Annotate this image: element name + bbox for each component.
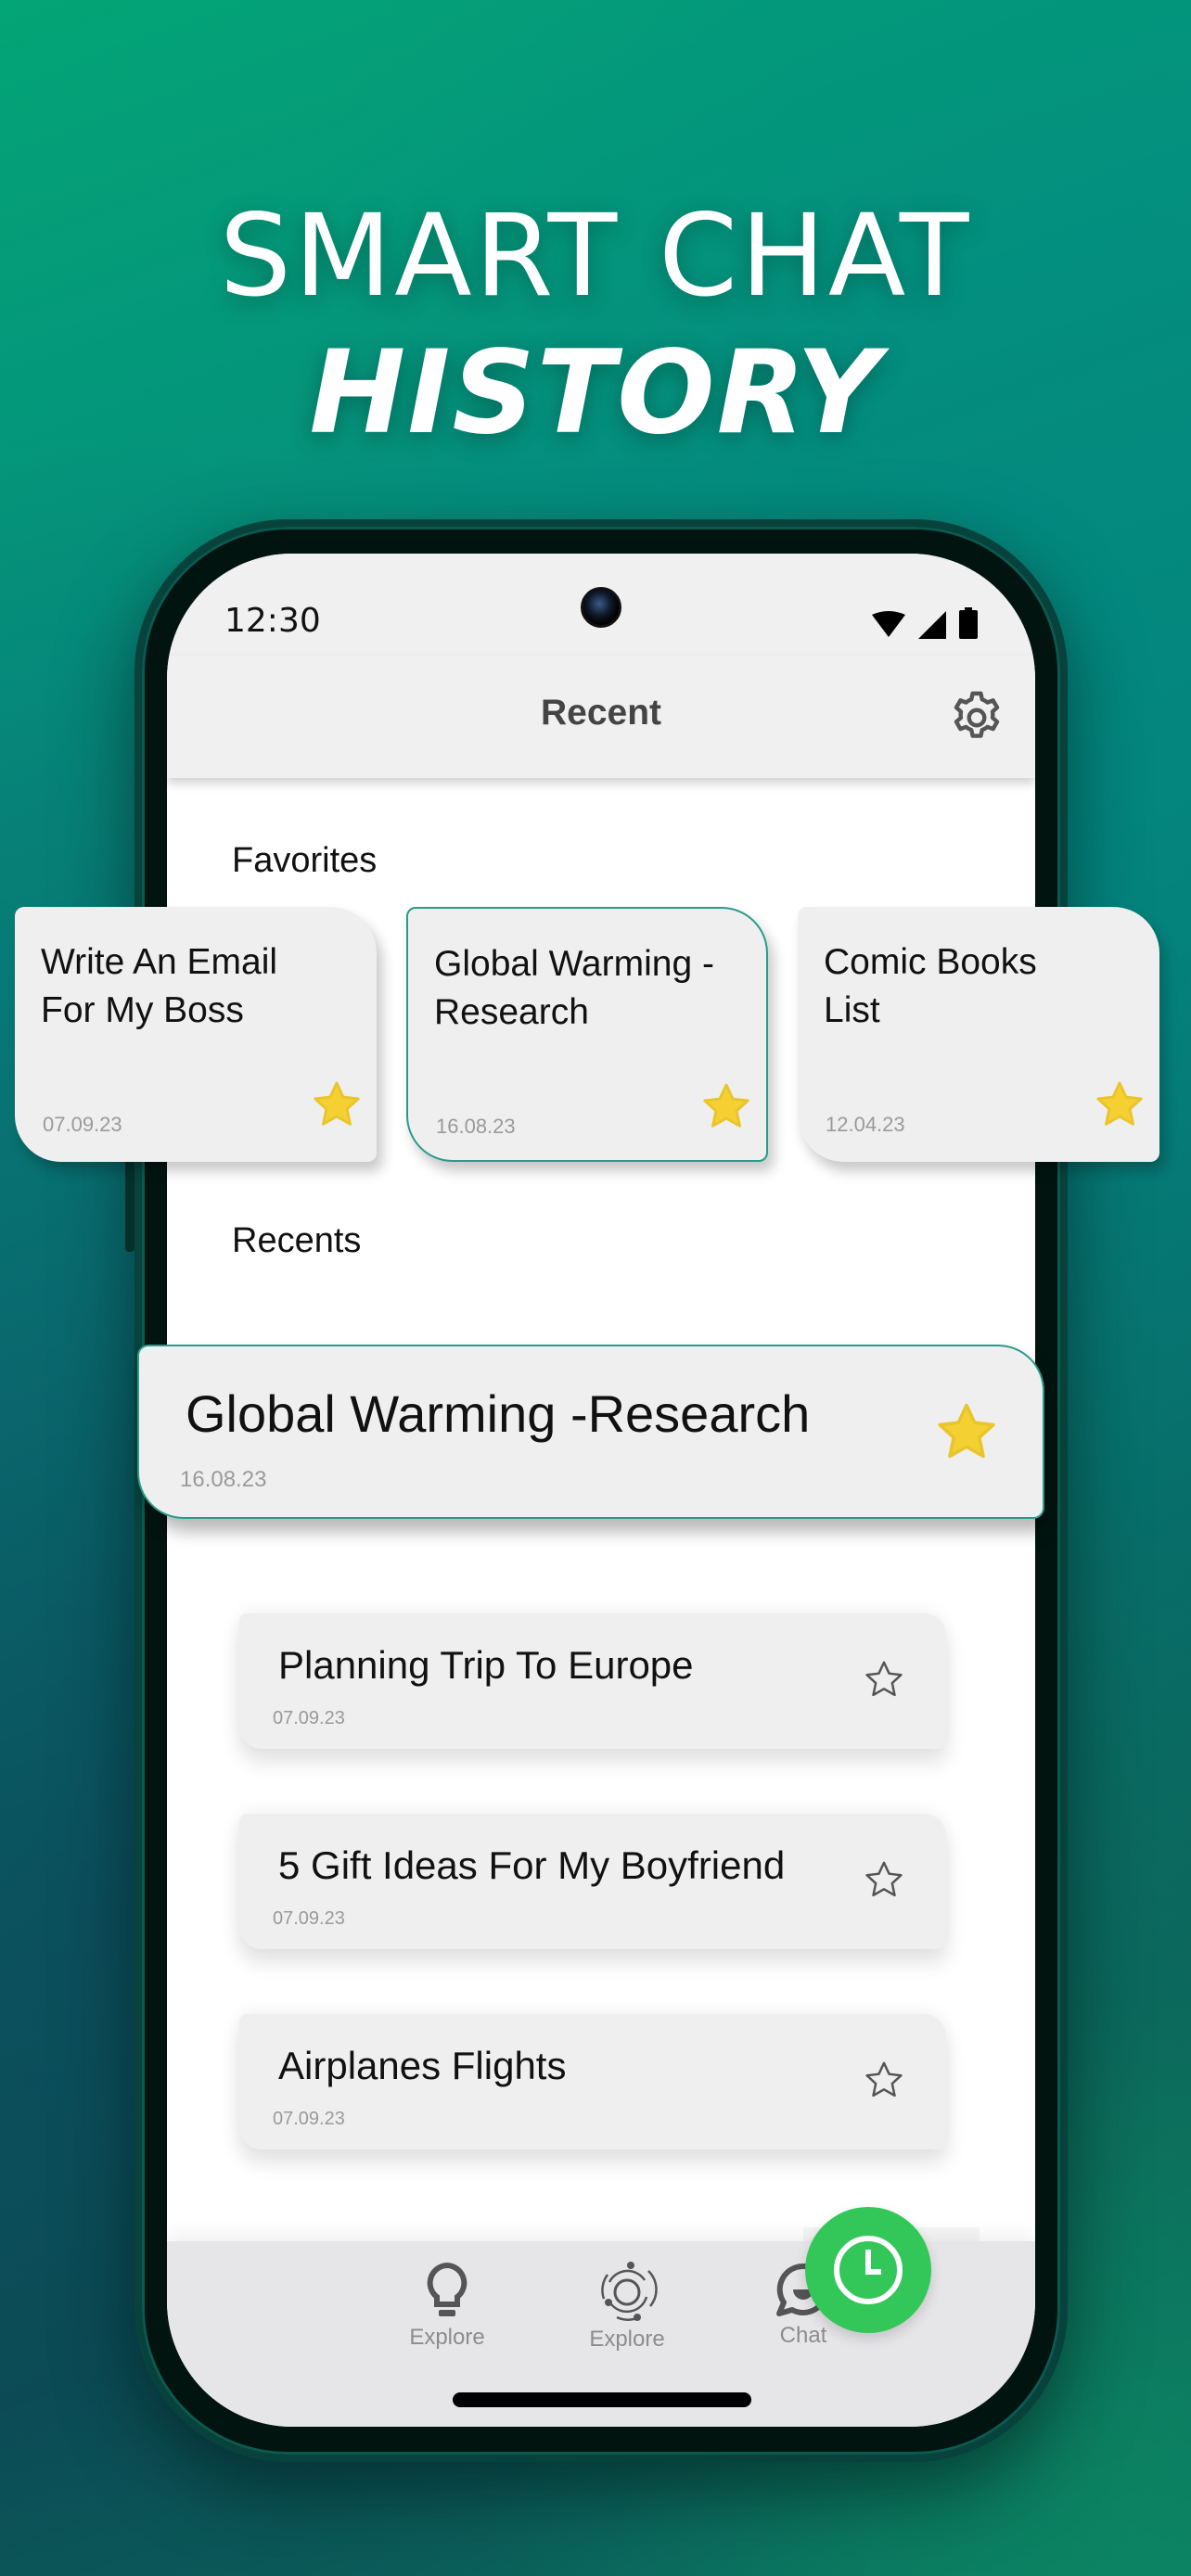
nav-item-explore-orbit[interactable]: Explore <box>571 2262 683 2353</box>
recent-item-date: 07.09.23 <box>273 1908 345 1929</box>
favorites-heading: Favorites <box>232 841 378 880</box>
recent-card-date: 16.08.23 <box>180 1467 267 1492</box>
favorite-card[interactable]: Write An Email For My Boss 07.09.23 <box>15 907 377 1162</box>
nav-label: Explore <box>589 2327 665 2352</box>
recent-item-title: 5 Gift Ideas For My Boyfriend <box>278 1843 786 1887</box>
signal-icon <box>918 611 946 639</box>
favorite-card-date: 07.09.23 <box>43 1113 122 1136</box>
history-fab-button[interactable] <box>805 2207 931 2333</box>
recents-heading: Recents <box>232 1221 362 1260</box>
favorite-card-title: Write An Email For My Boss <box>41 942 278 1030</box>
recent-item-title: Planning Trip To Europe <box>278 1643 694 1687</box>
recent-card-title: Global Warming -Research <box>186 1384 811 1443</box>
nav-item-explore-ideas[interactable]: Explore <box>391 2262 503 2351</box>
favorite-card-selected[interactable]: Global Warming -Research 16.08.23 <box>406 907 768 1162</box>
favorite-card-date: 16.08.23 <box>436 1115 516 1138</box>
app-header: Recent <box>167 656 1035 778</box>
star-outline-icon[interactable] <box>863 1658 905 1701</box>
nav-label: Explore <box>409 2325 485 2350</box>
star-outline-icon[interactable] <box>863 1858 905 1901</box>
battery-icon <box>959 607 978 639</box>
recent-list-item[interactable]: 5 Gift Ideas For My Boyfriend 07.09.23 <box>239 1814 946 1949</box>
recent-item-title: Airplanes Flights <box>278 2044 567 2087</box>
wifi-icon <box>872 611 905 637</box>
favorite-card-title: Global Warming -Research <box>434 944 714 1032</box>
star-filled-icon[interactable] <box>310 1078 364 1131</box>
home-indicator <box>453 2392 751 2407</box>
star-filled-icon[interactable] <box>699 1079 753 1133</box>
favorite-card-date: 12.04.23 <box>826 1113 905 1136</box>
lightbulb-icon <box>427 2262 467 2316</box>
star-filled-icon[interactable] <box>1093 1078 1146 1131</box>
status-icons <box>870 607 978 639</box>
recent-item-date: 07.09.23 <box>273 1708 345 1728</box>
recent-list-item[interactable]: Planning Trip To Europe 07.09.23 <box>239 1613 946 1749</box>
favorite-card-title: Comic Books List <box>824 942 1037 1030</box>
star-outline-icon[interactable] <box>863 2059 905 2101</box>
gear-icon[interactable] <box>946 687 1007 748</box>
recent-list-item[interactable]: Airplanes Flights 07.09.23 <box>239 2014 946 2149</box>
favorite-card[interactable]: Comic Books List 12.04.23 <box>798 907 1159 1162</box>
promo-headline-line2: HISTORY <box>309 326 882 460</box>
recent-highlighted-card[interactable]: Global Warming -Research 16.08.23 <box>137 1345 1044 1519</box>
orbit-icon <box>601 2262 658 2321</box>
front-camera <box>581 587 621 628</box>
status-time: 12:30 <box>224 602 321 640</box>
status-bar: 12:30 <box>167 554 1035 656</box>
clock-icon <box>834 2236 903 2304</box>
recent-item-date: 07.09.23 <box>273 2109 345 2129</box>
promo-headline-line1: SMART CHAT <box>219 190 972 322</box>
page-title: Recent <box>540 693 662 733</box>
star-filled-icon[interactable] <box>933 1398 1000 1465</box>
